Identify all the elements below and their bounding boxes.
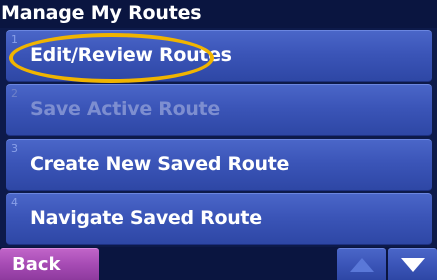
menu-item-label: Save Active Route — [30, 98, 220, 120]
triangle-up-icon — [350, 258, 374, 272]
scroll-down-button[interactable] — [388, 248, 437, 280]
menu-item-number: 3 — [11, 142, 18, 155]
triangle-down-icon — [401, 258, 425, 272]
menu-item-label: Navigate Saved Route — [30, 207, 262, 229]
scroll-up-button[interactable] — [337, 248, 386, 280]
back-button[interactable]: Back — [0, 248, 99, 280]
menu-item-number: 1 — [11, 33, 18, 46]
page-title: Manage My Routes — [0, 0, 437, 28]
menu-item-navigate-saved-route[interactable]: 4 Navigate Saved Route — [6, 193, 432, 245]
menu-item-number: 4 — [11, 196, 18, 209]
menu-item-label: Edit/Review Routes — [30, 44, 232, 66]
menu-item-create-new-saved-route[interactable]: 3 Create New Saved Route — [6, 139, 432, 191]
menu-item-number: 2 — [11, 87, 18, 100]
menu-item-label: Create New Saved Route — [30, 153, 290, 175]
menu-item-save-active-route: 2 Save Active Route — [6, 84, 432, 136]
menu-item-edit-review-routes[interactable]: 1 Edit/Review Routes — [6, 30, 432, 82]
device-screen: Manage My Routes 1 Edit/Review Routes 2 … — [0, 0, 437, 280]
